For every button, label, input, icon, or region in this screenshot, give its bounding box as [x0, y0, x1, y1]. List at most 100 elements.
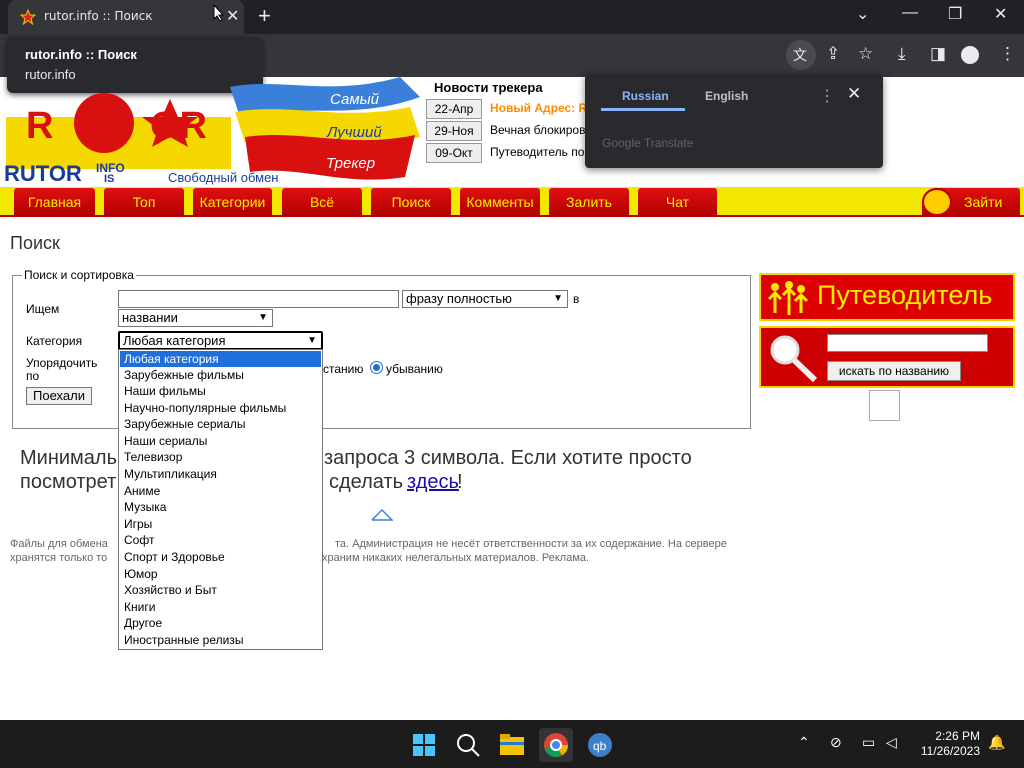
clock-date: 11/26/2023: [920, 744, 980, 758]
side-panel-icon[interactable]: ◨: [930, 44, 946, 64]
scroll-up-icon[interactable]: [371, 508, 393, 522]
label-find: Ищем: [26, 302, 60, 316]
dropdown-option[interactable]: Телевизор: [120, 449, 321, 465]
here-link[interactable]: здесь: [407, 468, 459, 496]
tab-close-icon[interactable]: ✕: [226, 6, 239, 26]
guide-label: Путеводитель: [817, 280, 993, 310]
dropdown-option[interactable]: Наши фильмы: [120, 383, 321, 399]
login-button[interactable]: Зайти: [922, 188, 1020, 216]
menu-chat[interactable]: Чат: [638, 188, 717, 216]
footer-line-2b: храним никаких нелегальных материалов. Р…: [322, 552, 590, 564]
menu-upload[interactable]: Залить: [549, 188, 629, 216]
dropdown-option[interactable]: Юмор: [120, 566, 321, 582]
display-icon[interactable]: ▭: [862, 734, 875, 751]
news-text[interactable]: Новый Адрес: R: [490, 101, 587, 115]
search-field-select[interactable]: названии ▼: [118, 309, 273, 327]
dropdown-option[interactable]: Иностранные релизы: [120, 632, 321, 648]
search-mode-select[interactable]: фразу полностью ▼: [402, 290, 568, 308]
volume-muted-icon[interactable]: ◁: [886, 734, 897, 751]
menu-all[interactable]: Всё: [282, 188, 362, 216]
tab-search-chevron-icon[interactable]: ⌄: [856, 4, 869, 24]
translate-options-icon[interactable]: ⋮: [819, 86, 835, 106]
close-window-icon[interactable]: ✕: [994, 4, 1007, 24]
bookmark-star-icon[interactable]: ☆: [858, 44, 873, 64]
dropdown-option[interactable]: Любая категория: [120, 351, 321, 367]
sidebar-search-box: искать по названию: [759, 326, 1015, 388]
translate-close-icon[interactable]: ✕: [847, 84, 861, 104]
translate-icon[interactable]: 文: [786, 40, 816, 70]
dropdown-option[interactable]: Игры: [120, 516, 321, 532]
sidebar-search-input[interactable]: [827, 334, 988, 352]
dropdown-option[interactable]: Спорт и Здоровье: [120, 549, 321, 565]
menu-comments[interactable]: Комменты: [460, 188, 540, 216]
windows-taskbar: qb ⌃ ⊘ ▭ ◁ 2:26 PM 11/26/2023 🔔: [0, 720, 1024, 768]
menu-top[interactable]: Топ: [104, 188, 184, 216]
translate-lang-russian[interactable]: Russian: [622, 89, 669, 103]
dropdown-option[interactable]: Научно-популярные фильмы: [120, 400, 321, 416]
sidebar-search-button[interactable]: искать по названию: [827, 361, 961, 381]
dropdown-option[interactable]: Музыка: [120, 499, 321, 515]
translate-popup: Russian English ⋮ ✕ Google Translate: [585, 74, 883, 168]
browser-menu-icon[interactable]: ⋮: [999, 44, 1016, 64]
chevron-down-icon: ▼: [258, 312, 268, 323]
guide-banner[interactable]: Путеводитель: [759, 273, 1015, 321]
notifications-bell-icon[interactable]: 🔔: [988, 734, 1005, 751]
qbittorrent-icon[interactable]: qb: [583, 728, 617, 762]
profile-avatar-icon[interactable]: [961, 46, 979, 64]
sort-desc-label: убыванию: [386, 362, 443, 376]
dropdown-option[interactable]: Зарубежные фильмы: [120, 367, 321, 383]
label-in: в: [573, 292, 580, 306]
search-query-input[interactable]: [118, 290, 399, 308]
browser-tab[interactable]: rutor.info :: Поиск ✕: [8, 0, 244, 34]
share-icon[interactable]: ⇪: [826, 44, 840, 64]
network-off-icon[interactable]: ⊘: [830, 734, 842, 751]
news-title: Новости трекера: [434, 80, 543, 95]
system-clock[interactable]: 2:26 PM 11/26/2023: [918, 729, 980, 759]
menu-search[interactable]: Поиск: [371, 188, 451, 216]
menu-home[interactable]: Главная: [14, 188, 95, 216]
login-label: Зайти: [964, 194, 1003, 210]
news-text[interactable]: Вечная блокиров: [490, 123, 585, 137]
rutor-logo[interactable]: R OR Самый Лучший Трекер RUTOR INFO IS С…: [0, 77, 422, 187]
message-part-3: посмотрет: [20, 471, 117, 493]
browser-tabbar: rutor.info :: Поиск ✕ + ⌄ — ❐ ✕: [0, 0, 1024, 34]
logo-slogan: Свободный обмен: [168, 170, 279, 185]
go-button[interactable]: Поехали: [26, 387, 92, 405]
tooltip-title: rutor.info :: Поиск: [25, 47, 137, 62]
dropdown-option[interactable]: Книги: [120, 599, 321, 615]
tab-title: rutor.info :: Поиск: [44, 9, 153, 23]
mouse-cursor-icon: [213, 4, 225, 22]
page-title: Поиск: [10, 233, 60, 253]
dropdown-option[interactable]: Аниме: [120, 483, 321, 499]
dropdown-option[interactable]: Зарубежные сериалы: [120, 416, 321, 432]
dropdown-option[interactable]: Мультипликация: [120, 466, 321, 482]
tray-overflow-chevron-icon[interactable]: ⌃: [798, 734, 810, 751]
message-part-5: !: [457, 471, 463, 493]
dropdown-option[interactable]: Наши сериалы: [120, 433, 321, 449]
file-explorer-icon[interactable]: [495, 728, 529, 762]
dropdown-option[interactable]: Софт: [120, 532, 321, 548]
translate-lang-english[interactable]: English: [705, 89, 748, 103]
category-select[interactable]: Любая категория ▼: [118, 331, 323, 350]
footer-line-1b: та. Администрация не несёт ответственнос…: [335, 538, 727, 550]
dropdown-option[interactable]: Хозяйство и Быт: [120, 582, 321, 598]
chrome-icon[interactable]: [539, 728, 573, 762]
search-mode-value: фразу полностью: [406, 291, 512, 306]
news-date: 29-Ноя: [426, 121, 482, 141]
download-icon[interactable]: ⤓: [898, 44, 906, 64]
message-part-4: сделать: [329, 471, 404, 493]
sort-desc-radio[interactable]: [370, 361, 383, 374]
rutor-favicon-icon: [20, 9, 36, 25]
logo-brand-sub: IS: [104, 173, 115, 185]
new-tab-icon[interactable]: +: [258, 3, 271, 29]
minimize-icon[interactable]: —: [902, 4, 918, 22]
maximize-icon[interactable]: ❐: [948, 4, 962, 24]
dropdown-option[interactable]: Другое: [120, 615, 321, 631]
windows-start-icon[interactable]: [407, 728, 441, 762]
label-sort-1: Упорядочить: [26, 356, 98, 370]
menu-categories[interactable]: Категории: [193, 188, 272, 216]
search-icon[interactable]: [451, 728, 485, 762]
news-text[interactable]: Путеводитель по: [490, 145, 584, 159]
broken-image-placeholder: [869, 390, 900, 421]
logo-letter-r: R: [26, 105, 54, 147]
